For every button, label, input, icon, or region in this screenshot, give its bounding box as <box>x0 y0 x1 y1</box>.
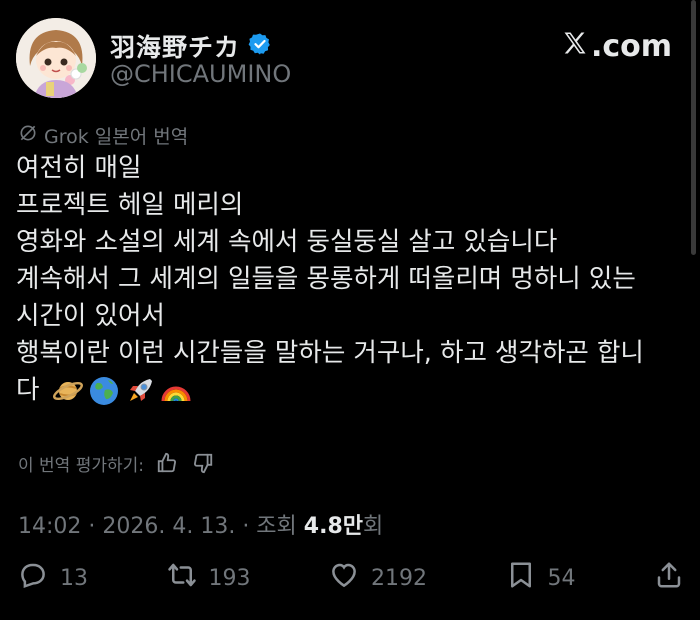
display-name[interactable]: 羽海野チカ <box>110 28 240 64</box>
post-timestamp[interactable]: 14:02 · 2026. 4. 13. · 조회 <box>18 514 304 539</box>
share-icon <box>654 560 684 596</box>
repost-icon <box>167 560 197 596</box>
rocket-emoji <box>124 375 156 407</box>
bookmark-button[interactable]: 54 <box>506 560 576 596</box>
post-meta: 14:02 · 2026. 4. 13. · 조회 4.8만회 <box>18 508 383 540</box>
like-count: 2192 <box>371 565 427 591</box>
bookmark-icon <box>506 560 536 596</box>
rate-translation-label: 이 번역 평가하기: <box>18 455 145 476</box>
site-label: .com <box>590 28 672 64</box>
post-line: 프로젝트 헤일 메리의 <box>16 190 244 220</box>
rainbow-emoji <box>160 375 192 407</box>
share-button[interactable] <box>654 560 684 596</box>
earth-emoji <box>88 375 120 407</box>
scrollbar[interactable] <box>691 0 696 255</box>
reply-button[interactable]: 13 <box>18 560 88 596</box>
post-line-last: 다 <box>16 372 688 409</box>
post-line: 다 <box>16 375 40 405</box>
post-line: 영화와 소설의 세계 속에서 둥실둥실 살고 있습니다 <box>16 227 558 257</box>
view-count-suffix: 회 <box>363 514 384 539</box>
like-button[interactable]: 2192 <box>329 560 427 596</box>
post-line: 계속해서 그 세계의 일들을 몽롱하게 떠올리며 멍하니 있는 <box>16 264 636 294</box>
post-line: 행복이란 이런 시간들을 말하는 거구나, 하고 생각하곤 합니 <box>16 338 644 368</box>
rate-translation-row: 이 번역 평가하기: <box>18 450 216 476</box>
x-logo-icon <box>561 26 589 66</box>
thumbs-down-icon[interactable] <box>190 450 216 476</box>
grok-translation-label[interactable]: Grok 일본어 번역 <box>18 122 188 149</box>
grok-label-text: Grok 일본어 번역 <box>44 126 189 148</box>
grok-icon <box>18 123 38 148</box>
heart-icon <box>329 560 359 596</box>
avatar[interactable] <box>16 18 96 98</box>
reply-count: 13 <box>60 565 88 591</box>
author-handle[interactable]: @CHICAUMINO <box>110 60 291 88</box>
action-bar: 13 193 2192 54 <box>18 560 684 596</box>
post-line: 시간이 있어서 <box>16 301 165 331</box>
emoji-group <box>52 375 192 407</box>
saturn-emoji <box>52 375 84 407</box>
repost-button[interactable]: 193 <box>167 560 251 596</box>
x-com-logo[interactable]: .com <box>561 26 672 66</box>
verified-badge-icon <box>248 32 272 60</box>
repost-count: 193 <box>208 565 251 591</box>
view-count: 4.8만 <box>303 514 363 539</box>
reply-icon <box>18 560 48 596</box>
author-name-row: 羽海野チカ <box>110 28 272 64</box>
bookmark-count: 54 <box>547 565 576 591</box>
post-line: 여전히 매일 <box>16 153 142 183</box>
post-text: 여전히 매일 프로젝트 헤일 메리의 영화와 소설의 세계 속에서 둥실둥실 살… <box>16 150 688 409</box>
thumbs-up-icon[interactable] <box>154 450 180 476</box>
